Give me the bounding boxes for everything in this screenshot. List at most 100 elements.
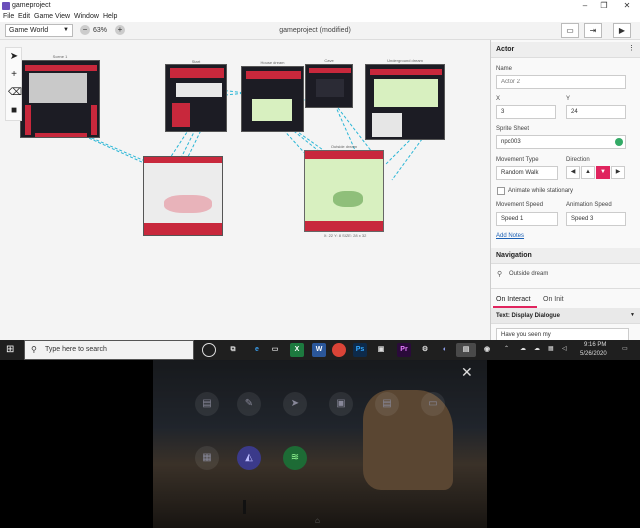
sprite-preview-icon: [615, 138, 623, 146]
direction-right-button[interactable]: ▶: [611, 166, 625, 179]
tool-palette: ➤ + ⌫ ■: [5, 47, 22, 121]
menu-help[interactable]: Help: [103, 13, 117, 20]
menu-game[interactable]: Game: [34, 13, 53, 20]
spotify-icon[interactable]: ≋: [283, 446, 307, 470]
scene-outside-dream[interactable]: [304, 150, 384, 232]
word-icon[interactable]: W: [312, 343, 326, 357]
scene-wall: [91, 105, 97, 135]
tab-on-interact[interactable]: On Interact: [496, 296, 531, 303]
minimize-icon[interactable]: –: [578, 1, 592, 11]
event-header: Text: Display Dialogue ▼: [491, 308, 640, 324]
direction-down-button[interactable]: ▼: [596, 166, 610, 179]
tab-on-init[interactable]: On Init: [543, 296, 564, 303]
task-view-icon[interactable]: ⧉: [226, 343, 240, 357]
chevron-down-icon[interactable]: ▼: [630, 312, 635, 318]
tray-chevron-icon[interactable]: ⌃: [504, 345, 509, 352]
direction-up-button[interactable]: ▲: [581, 166, 595, 179]
scene-underground-dream[interactable]: [365, 64, 445, 140]
zoom-in-button[interactable]: +: [115, 25, 125, 35]
direction-left-button[interactable]: ◀: [566, 166, 580, 179]
zoom-out-button[interactable]: −: [80, 25, 90, 35]
app-icon-8[interactable]: ◭: [237, 446, 261, 470]
scene-5[interactable]: [143, 156, 223, 236]
excel-icon[interactable]: X: [290, 343, 304, 357]
animate-label: Animate while stationary: [508, 188, 574, 194]
scene-floor: [29, 73, 87, 103]
export-icon[interactable]: ⇥: [584, 23, 602, 38]
scene-house-dream[interactable]: [241, 66, 304, 132]
scene-wall: [170, 68, 224, 78]
name-field[interactable]: [496, 75, 626, 89]
x-field[interactable]: 3: [496, 105, 556, 119]
scene-label: Underground dream: [387, 58, 423, 63]
sprite-select[interactable]: npc003: [496, 135, 626, 149]
scene-floor: [316, 79, 344, 97]
menu-window[interactable]: Window: [74, 13, 99, 20]
scene-wall: [246, 71, 301, 79]
scene-wall: [305, 221, 383, 231]
photoshop-icon[interactable]: Ps: [353, 343, 367, 357]
cortana-icon[interactable]: [202, 343, 216, 357]
scene-cave[interactable]: [305, 64, 353, 108]
close-icon[interactable]: ✕: [620, 1, 634, 11]
close-overlay-icon[interactable]: ✕: [461, 364, 473, 381]
menu-view[interactable]: View: [55, 13, 70, 20]
app-icon-2[interactable]: ✎: [237, 392, 261, 416]
cloud-icon[interactable]: ☁: [520, 345, 526, 352]
edge-icon[interactable]: e: [250, 343, 264, 357]
anim-speed-select[interactable]: Speed 3: [566, 212, 626, 226]
movement-type-select[interactable]: Random Walk: [496, 166, 558, 180]
app-icon-5[interactable]: ▤: [375, 392, 399, 416]
scene-label: House dream: [260, 60, 285, 65]
tray-time[interactable]: 9:16 PM: [584, 342, 606, 348]
world-canvas[interactable]: Scene 1 Start House dream Cave Undergrou…: [0, 40, 490, 340]
add-tool-icon[interactable]: +: [8, 68, 20, 82]
eraser-icon[interactable]: ⌫: [8, 86, 22, 100]
direction-label: Direction: [566, 157, 590, 163]
scene-caption: X: 22 Y: 8 SIZE: 28 x 32: [323, 233, 367, 238]
send-icon[interactable]: ➤: [283, 392, 307, 416]
obs-icon[interactable]: ◉: [480, 343, 494, 357]
home-icon[interactable]: ⌂: [315, 516, 320, 525]
network-icon[interactable]: ▦: [548, 345, 554, 352]
actor-title: Actor: [496, 46, 515, 53]
onedrive-icon[interactable]: ☁: [534, 345, 540, 352]
kebab-menu-icon[interactable]: ⋮: [628, 44, 635, 52]
collision-icon[interactable]: ■: [8, 104, 20, 118]
zoom-app-icon[interactable]: ▣: [374, 343, 388, 357]
play-icon[interactable]: ▶: [613, 23, 631, 38]
discord-icon[interactable]: ◐: [438, 343, 452, 357]
chrome-icon[interactable]: [332, 343, 346, 357]
app-icon-7[interactable]: ▦: [195, 446, 219, 470]
app-icon-6[interactable]: ▭: [421, 392, 445, 416]
settings-gear-icon[interactable]: ⚙: [418, 343, 432, 357]
file-explorer-icon[interactable]: ▭: [268, 343, 282, 357]
add-notes-link[interactable]: Add Notes: [496, 233, 524, 239]
move-speed-select[interactable]: Speed 1: [496, 212, 558, 226]
app-icon-4[interactable]: ▣: [329, 392, 353, 416]
phone-screen[interactable]: ✕ ▤ ✎ ➤ ▣ ▤ ▭ ▦ ◭ ≋ ⌂: [153, 360, 487, 528]
tray-date[interactable]: 5/26/2020: [580, 351, 607, 357]
gb-studio-icon[interactable]: ▤: [456, 343, 476, 357]
notification-icon[interactable]: ▭: [622, 345, 628, 352]
scene-label: Outside dream: [330, 144, 358, 149]
scene-start[interactable]: [165, 64, 227, 132]
y-field[interactable]: 24: [566, 105, 626, 119]
navigation-item[interactable]: Outside dream: [509, 271, 548, 277]
app-icon-1[interactable]: ▤: [195, 392, 219, 416]
select-tool-icon[interactable]: ➤: [8, 50, 20, 64]
event-title: Text: Display Dialogue: [496, 313, 560, 319]
premiere-icon[interactable]: Pr: [397, 343, 411, 357]
taskbar-search[interactable]: ⚲ Type here to search: [24, 340, 194, 360]
windows-start-icon[interactable]: ⊞: [6, 344, 14, 356]
open-folder-icon[interactable]: ▭: [561, 23, 579, 38]
menu-edit[interactable]: Edit: [18, 13, 30, 20]
volume-icon[interactable]: ◁: [562, 345, 567, 352]
chevron-down-icon: ▼: [63, 27, 69, 33]
menu-file[interactable]: File: [3, 13, 14, 20]
maximize-icon[interactable]: ❐: [597, 1, 611, 11]
animate-checkbox[interactable]: [497, 187, 505, 195]
section-select[interactable]: Game World ▼: [5, 24, 73, 37]
scene-1[interactable]: [20, 60, 100, 138]
dialogue-text-field[interactable]: Have you seen my: [496, 328, 629, 340]
